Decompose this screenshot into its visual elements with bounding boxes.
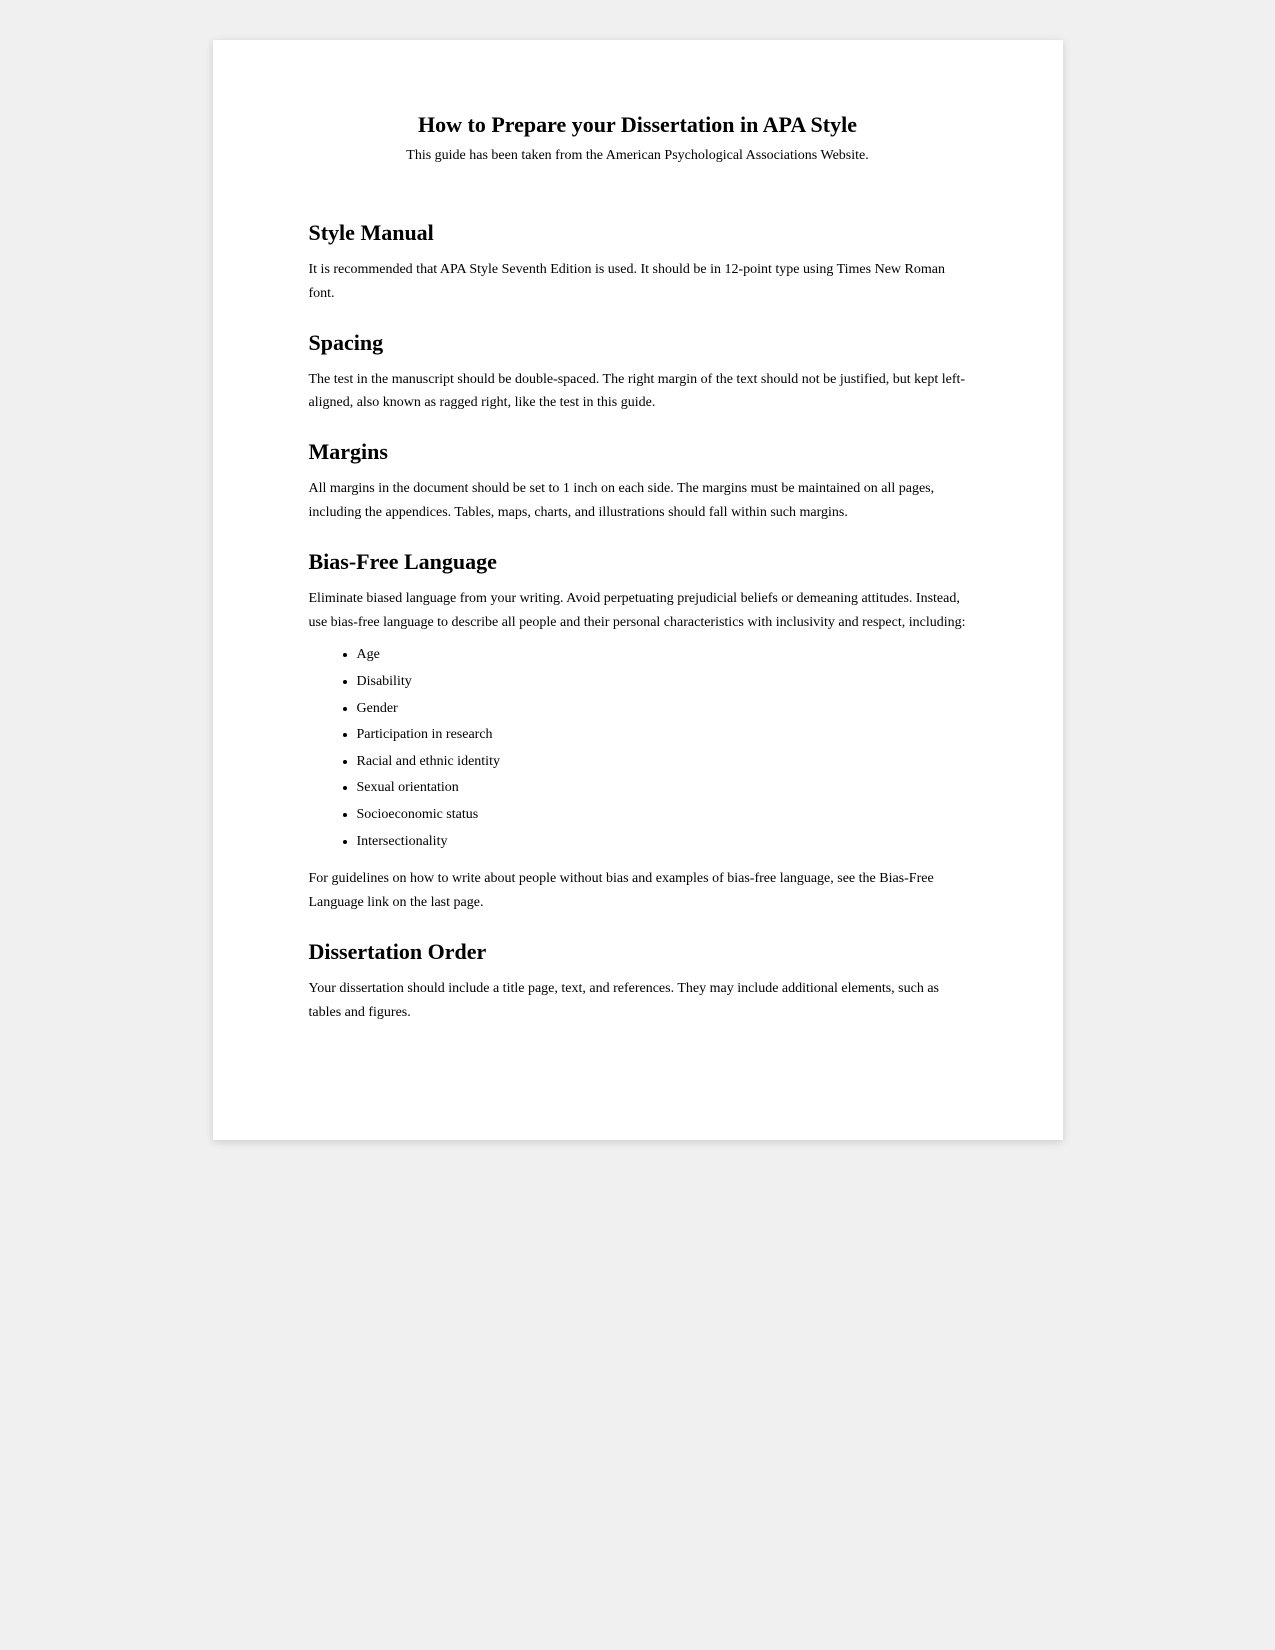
heading-bias-free: Bias-Free Language bbox=[309, 549, 967, 575]
body-dissertation-order: Your dissertation should include a title… bbox=[309, 977, 967, 1025]
list-item: Sexual orientation bbox=[357, 775, 967, 802]
body-bias-free-before: Eliminate biased language from your writ… bbox=[309, 587, 967, 635]
body-style-manual: It is recommended that APA Style Seventh… bbox=[309, 258, 967, 306]
list-item: Gender bbox=[357, 696, 967, 723]
list-item: Socioeconomic status bbox=[357, 802, 967, 829]
list-item: Racial and ethnic identity bbox=[357, 749, 967, 776]
document-page: How to Prepare your Dissertation in APA … bbox=[213, 40, 1063, 1140]
page-subtitle: This guide has been taken from the Ameri… bbox=[309, 148, 967, 164]
list-item: Intersectionality bbox=[357, 829, 967, 856]
list-item: Disability bbox=[357, 669, 967, 696]
heading-spacing: Spacing bbox=[309, 330, 967, 356]
heading-dissertation-order: Dissertation Order bbox=[309, 939, 967, 965]
page-title: How to Prepare your Dissertation in APA … bbox=[309, 112, 967, 138]
body-bias-free-after: For guidelines on how to write about peo… bbox=[309, 867, 967, 915]
section-style-manual: Style Manual It is recommended that APA … bbox=[309, 220, 967, 306]
list-item: Age bbox=[357, 642, 967, 669]
section-dissertation-order: Dissertation Order Your dissertation sho… bbox=[309, 939, 967, 1025]
bias-free-list: Age Disability Gender Participation in r… bbox=[357, 642, 967, 855]
heading-style-manual: Style Manual bbox=[309, 220, 967, 246]
heading-margins: Margins bbox=[309, 439, 967, 465]
list-item: Participation in research bbox=[357, 722, 967, 749]
section-margins: Margins All margins in the document shou… bbox=[309, 439, 967, 525]
body-margins: All margins in the document should be se… bbox=[309, 477, 967, 525]
section-spacing: Spacing The test in the manuscript shoul… bbox=[309, 330, 967, 416]
body-spacing: The test in the manuscript should be dou… bbox=[309, 368, 967, 416]
section-bias-free: Bias-Free Language Eliminate biased lang… bbox=[309, 549, 967, 915]
